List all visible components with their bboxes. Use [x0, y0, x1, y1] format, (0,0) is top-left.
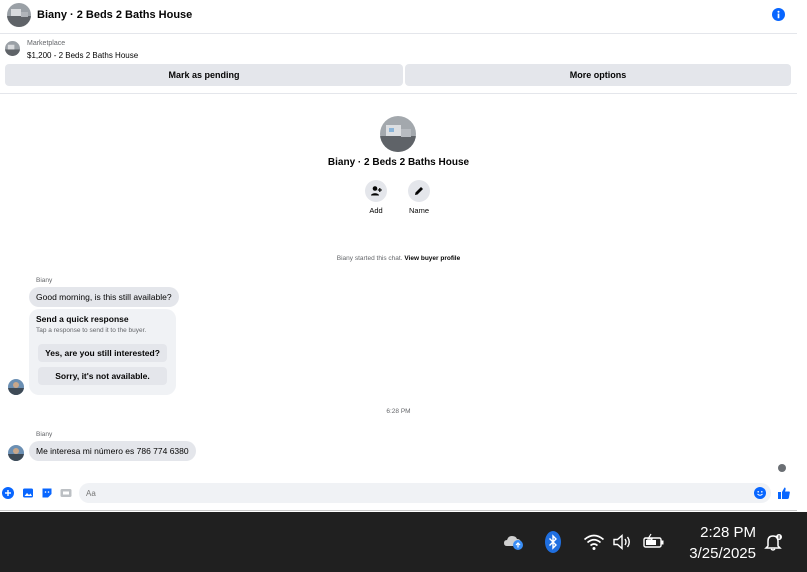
view-buyer-profile-link[interactable]: View buyer profile: [404, 255, 460, 262]
bluetooth-icon[interactable]: [545, 512, 561, 572]
chat-started-note: Biany started this chat. View buyer prof…: [0, 255, 797, 262]
quick-response-card: Send a quick response Tap a response to …: [29, 309, 176, 395]
plus-icon[interactable]: [2, 487, 14, 499]
pencil-icon: [408, 180, 430, 202]
clock-date: 3/25/2025: [689, 545, 756, 562]
more-options-button[interactable]: More options: [405, 64, 791, 86]
gif-icon[interactable]: [60, 487, 72, 499]
sender-avatar[interactable]: [8, 445, 24, 461]
listing-summary[interactable]: Marketplace $1,200 - 2 Beds 2 Baths Hous…: [0, 38, 797, 64]
quick-response-option[interactable]: Yes, are you still interested?: [38, 344, 167, 362]
thumbs-up-icon[interactable]: [777, 486, 791, 500]
header-divider: [0, 93, 797, 94]
windows-taskbar: 2:28 PM 3/25/2025: [0, 512, 807, 572]
message-timestamp: 6:28 PM: [386, 408, 411, 415]
sender-name: Biany: [36, 277, 53, 284]
message-composer: [0, 481, 797, 505]
sender-name: Biany: [36, 431, 53, 438]
wifi-icon[interactable]: [583, 512, 605, 572]
mark-as-pending-button[interactable]: Mark as pending: [5, 64, 403, 86]
chat-header: Biany · 2 Beds 2 Baths House: [0, 0, 797, 34]
sender-avatar[interactable]: [8, 379, 24, 395]
edit-name-button[interactable]: Name: [394, 180, 444, 215]
listing-price-title: $1,200 - 2 Beds 2 Baths House: [27, 51, 139, 60]
sticker-icon[interactable]: [41, 487, 53, 499]
header-avatar[interactable]: [7, 3, 31, 27]
photo-icon[interactable]: [22, 487, 34, 499]
quick-response-subtitle: Tap a response to send it to the buyer.: [36, 327, 147, 334]
notification-bell-icon[interactable]: [764, 512, 784, 572]
message-bubble[interactable]: Me interesa mi número es 786 774 6380: [29, 441, 196, 461]
listing-label: Marketplace: [27, 40, 66, 47]
message-bubble[interactable]: Good morning, is this still available?: [29, 287, 179, 307]
info-icon[interactable]: [772, 8, 785, 21]
message-input[interactable]: [79, 483, 771, 503]
window-bottom-border: [0, 510, 797, 511]
chat-started-text: Biany started this chat.: [336, 255, 403, 262]
quick-response-option[interactable]: Sorry, it's not available.: [38, 367, 167, 385]
listing-thumbnail: [5, 41, 20, 56]
name-label: Name: [408, 206, 429, 215]
add-person-icon: [365, 180, 387, 202]
messenger-window: Biany · 2 Beds 2 Baths House Marketplace…: [0, 0, 807, 512]
profile-avatar[interactable]: [380, 116, 416, 152]
volume-icon[interactable]: [612, 512, 634, 572]
taskbar-clock[interactable]: 2:28 PM 3/25/2025: [680, 522, 756, 564]
read-receipt-avatar: [778, 464, 786, 472]
quick-response-title: Send a quick response: [36, 314, 129, 324]
chat-title[interactable]: Biany · 2 Beds 2 Baths House: [37, 9, 192, 21]
battery-icon[interactable]: [642, 512, 666, 572]
clock-time: 2:28 PM: [700, 524, 756, 541]
profile-name: Biany · 2 Beds 2 Baths House: [327, 157, 470, 168]
emoji-icon[interactable]: [754, 487, 766, 499]
onedrive-icon[interactable]: [503, 512, 525, 572]
